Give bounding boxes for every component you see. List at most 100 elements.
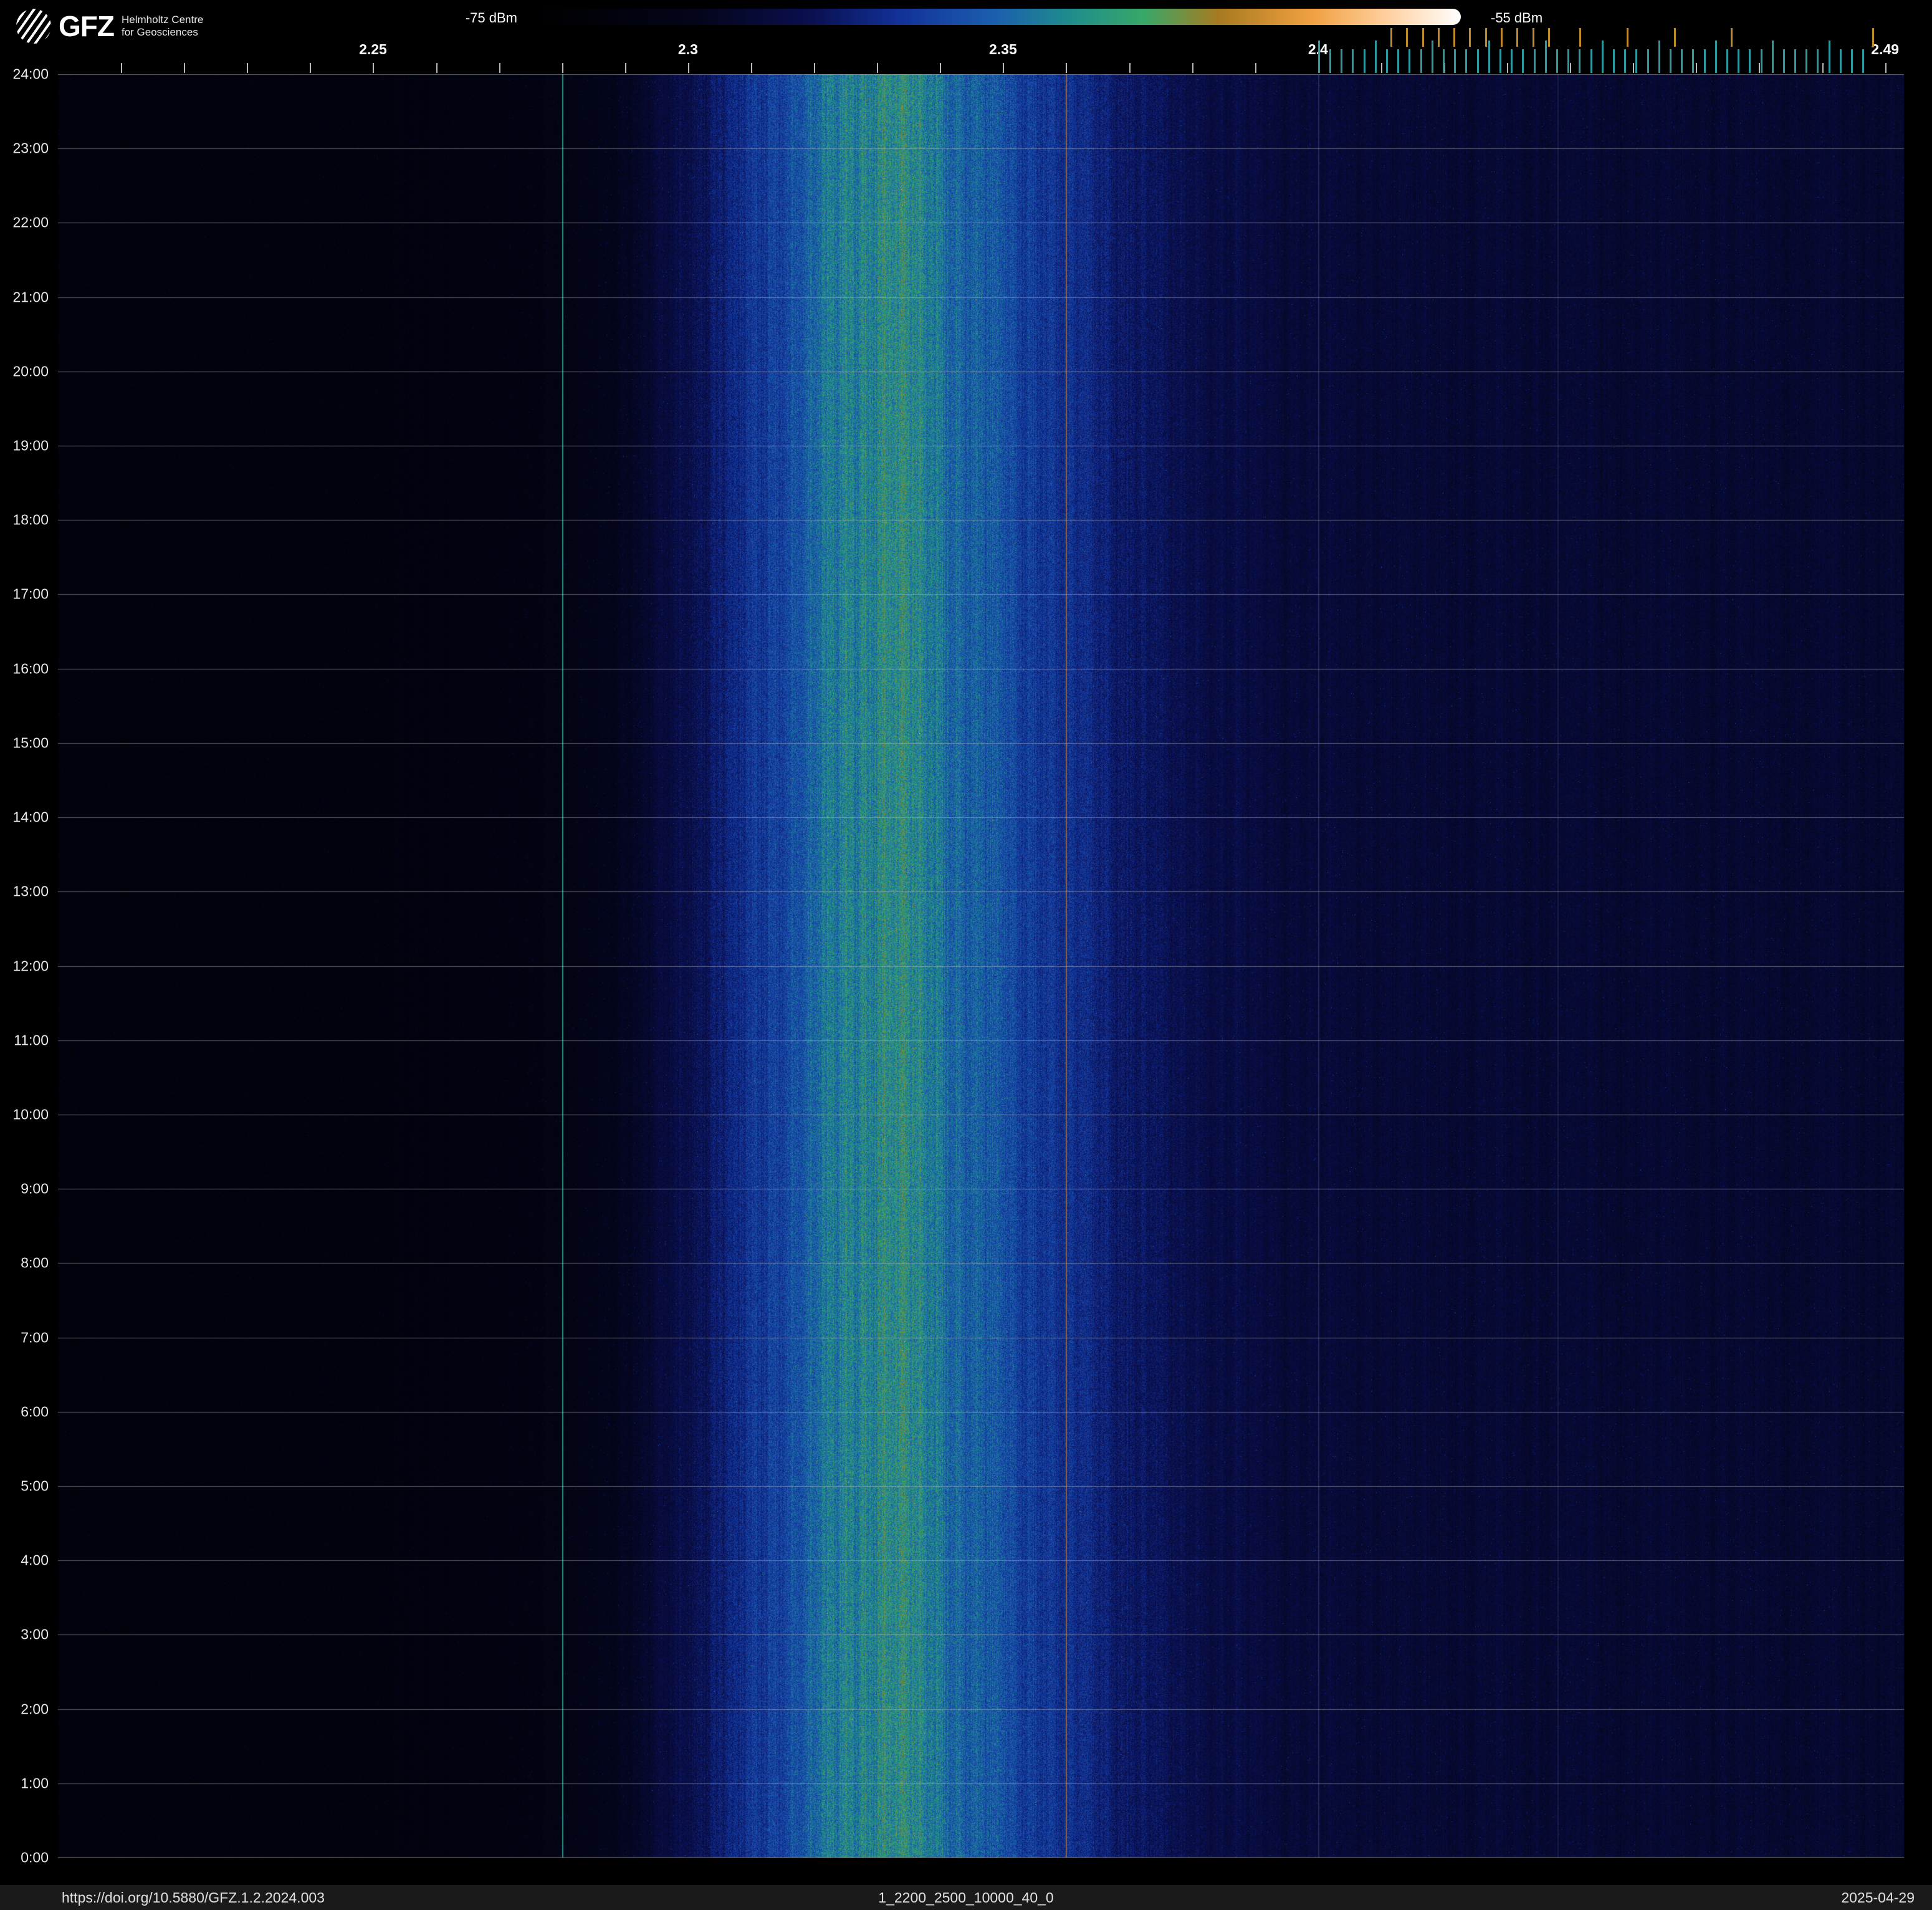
channel-tick-teal [1341,49,1343,73]
freq-minor-tick [1255,63,1256,73]
channel-tick-teal [1647,49,1649,73]
channel-tick-teal [1476,49,1479,73]
channel-tick-teal [1567,49,1570,73]
channel-tick-teal [1749,49,1751,73]
freq-tick-label: 2.35 [988,41,1017,57]
time-tick-label: 4:00 [21,1552,49,1568]
freq-minor-tick [1570,63,1572,73]
channel-tick-teal [1499,49,1501,73]
freq-minor-tick [1633,63,1635,73]
channel-tick-teal [1579,49,1581,73]
channel-tick-orange [1547,28,1550,47]
channel-tick-teal [1851,49,1853,73]
spectrogram-page: GFZ Helmholtz Centre for Geosciences -75… [0,0,1932,1910]
time-tick-label: 5:00 [21,1477,49,1494]
time-tick-label: 23:00 [12,140,49,156]
time-axis: 24:00 23:00 22:00 21:00 20:00 19:00 18:00 17:00… [0,66,54,1866]
channel-tick-orange [1390,28,1393,47]
channel-tick-teal [1317,41,1320,73]
freq-minor-tick [247,63,249,73]
time-tick-label: 2:00 [21,1701,49,1717]
time-tick-label: 24:00 [12,65,49,82]
channel-tick-orange [1730,28,1733,47]
time-tick-label: 18:00 [12,511,49,528]
channel-tick-teal [1635,49,1638,73]
time-tick-label: 12:00 [12,957,49,974]
channel-tick-teal [1703,49,1706,73]
channel-tick-teal [1681,49,1683,73]
freq-minor-tick [814,63,816,73]
channel-tick-orange [1872,28,1875,47]
channel-tick-teal [1544,41,1547,73]
spectrogram-canvas [58,74,1904,1858]
freq-minor-tick [499,63,500,73]
freq-minor-tick [877,63,879,73]
channel-tick-orange [1579,28,1582,47]
channel-tick-teal [1805,49,1808,73]
channel-tick-teal [1352,49,1354,73]
channel-tick-orange [1422,28,1424,47]
time-tick-label: 9:00 [21,1180,49,1197]
channel-tick-orange [1627,28,1629,47]
channel-tick-orange [1453,28,1456,47]
time-tick-label: 11:00 [14,1032,49,1049]
channel-tick-orange [1674,28,1676,47]
time-tick-label: 15:00 [12,734,49,751]
freq-minor-tick [940,63,942,73]
freq-minor-tick [373,63,375,73]
time-tick-label: 16:00 [12,660,49,677]
freq-minor-tick [751,63,752,73]
time-tick-label: 20:00 [12,363,49,380]
channel-tick-teal [1431,41,1433,73]
time-tick-label: 10:00 [12,1106,49,1123]
channel-tick-teal [1443,49,1445,73]
channel-tick-teal [1601,41,1604,73]
time-tick-label: 21:00 [12,289,49,305]
time-tick-label: 7:00 [21,1329,49,1346]
dataset-name: 1_2200_2500_10000_40_0 [878,1889,1054,1906]
time-tick-label: 0:00 [21,1849,49,1866]
channel-tick-orange [1485,28,1487,47]
channel-tick-teal [1658,41,1660,73]
frequency-ruler: 2.252.32.352.42.49 [58,0,1904,74]
freq-tick-label: 2.49 [1871,41,1900,57]
time-tick-label: 19:00 [12,437,49,454]
channel-tick-teal [1374,41,1377,73]
channel-tick-teal [1771,41,1774,73]
channel-tick-teal [1488,41,1490,73]
channel-tick-teal [1760,49,1762,73]
gfz-globe-icon [16,9,51,44]
channel-tick-teal [1817,49,1819,73]
freq-minor-tick [1507,63,1509,73]
doi-text: https://doi.org/10.5880/GFZ.1.2.2024.003 [62,1889,325,1906]
channel-tick-teal [1794,49,1797,73]
freq-minor-tick [687,63,689,73]
channel-tick-teal [1714,41,1717,73]
channel-tick-teal [1669,49,1671,73]
channel-tick-teal [1363,49,1365,73]
channel-tick-teal [1329,49,1332,73]
footer-bar: https://doi.org/10.5880/GFZ.1.2.2024.003… [0,1885,1932,1910]
channel-tick-teal [1839,49,1842,73]
time-tick-label: 8:00 [21,1254,49,1271]
freq-tick-label: 2.3 [677,41,698,57]
channel-tick-teal [1465,49,1468,73]
channel-tick-orange [1501,28,1503,47]
date-text: 2025-04-29 [1841,1889,1915,1906]
time-tick-label: 22:00 [12,214,49,231]
freq-minor-tick [1003,63,1005,73]
channel-tick-teal [1533,49,1536,73]
channel-tick-teal [1590,49,1592,73]
channel-tick-teal [1862,49,1865,73]
channel-tick-teal [1522,49,1524,73]
freq-minor-tick [436,63,438,73]
freq-minor-tick [1885,63,1887,73]
time-tick-label: 1:00 [21,1775,49,1792]
freq-minor-tick [1696,63,1698,73]
freq-minor-tick [184,63,186,73]
channel-tick-teal [1782,49,1785,73]
channel-tick-teal [1738,49,1740,73]
freq-minor-tick [1822,63,1824,73]
channel-tick-teal [1828,41,1830,73]
freq-minor-tick [1192,63,1193,73]
